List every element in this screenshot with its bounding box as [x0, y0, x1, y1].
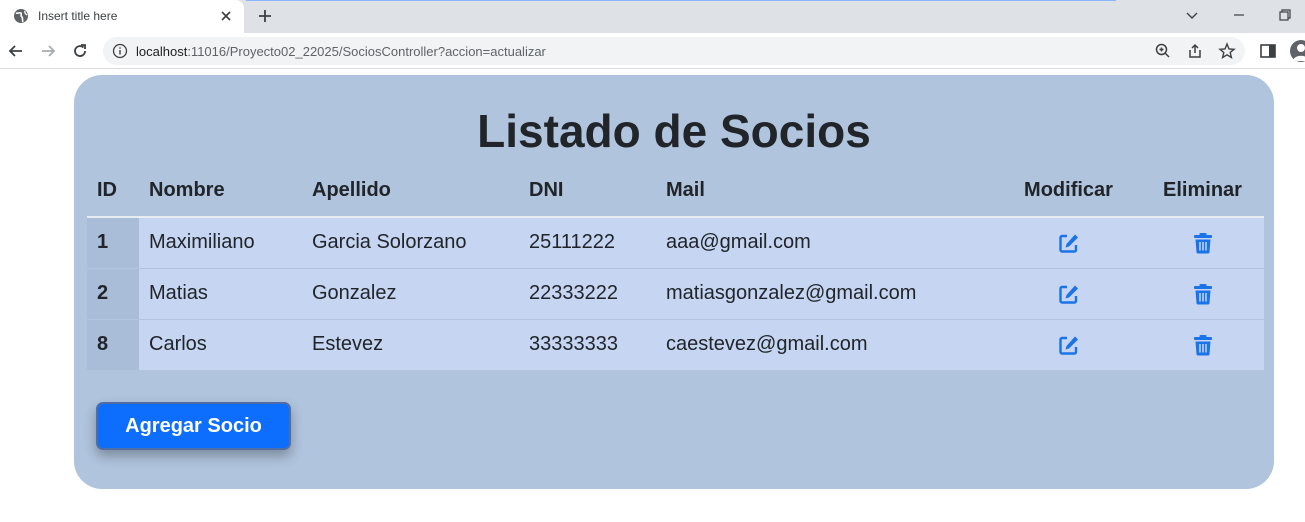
browser-toolbar: localhost:11016/Proyecto02_22025/SociosC…	[0, 33, 1305, 69]
header-mail: Mail	[656, 165, 996, 218]
header-nombre: Nombre	[139, 165, 302, 218]
cell-eliminar	[1141, 268, 1264, 320]
cell-apellido: Estevez	[302, 319, 519, 370]
trash-icon[interactable]	[1193, 283, 1213, 305]
edit-icon[interactable]	[1058, 232, 1080, 254]
person-icon	[1293, 44, 1305, 61]
site-info-icon[interactable]	[112, 43, 128, 59]
header-modificar: Modificar	[996, 165, 1141, 218]
header-id: ID	[87, 165, 139, 218]
cell-nombre: Matias	[139, 268, 302, 320]
forward-arrow-icon[interactable]	[38, 41, 58, 61]
header-apellido: Apellido	[302, 165, 519, 218]
cell-nombre: Carlos	[139, 319, 302, 370]
cell-id: 2	[87, 268, 139, 320]
table-row: 1 Maximiliano Garcia Solorzano 25111222 …	[87, 217, 1264, 269]
trash-icon[interactable]	[1193, 232, 1213, 254]
cell-modificar	[996, 319, 1141, 370]
page-title: Listado de Socios	[477, 105, 871, 157]
globe-icon	[14, 9, 28, 23]
cell-mail: matiasgonzalez@gmail.com	[656, 268, 996, 320]
chevron-down-icon[interactable]	[1184, 7, 1200, 23]
back-arrow-icon[interactable]	[6, 41, 26, 61]
browser-tab-strip: Insert title here	[0, 0, 1305, 33]
close-icon[interactable]	[218, 8, 234, 24]
restore-icon[interactable]	[1277, 7, 1293, 23]
tab-strip-accent-line	[246, 0, 1116, 1]
cell-dni: 33333333	[519, 319, 656, 370]
tab-title: Insert title here	[38, 9, 118, 23]
cell-apellido: Garcia Solorzano	[302, 217, 519, 269]
url-path: :11016/Proyecto02_22025/SociosController…	[187, 44, 546, 59]
address-bar[interactable]: localhost:11016/Proyecto02_22025/SociosC…	[103, 37, 1245, 65]
add-socio-button[interactable]: Agregar Socio	[96, 402, 291, 450]
profile-avatar[interactable]	[1290, 40, 1305, 62]
zoom-icon[interactable]	[1154, 42, 1172, 60]
cell-nombre: Maximiliano	[139, 217, 302, 269]
edit-icon[interactable]	[1058, 334, 1080, 356]
cell-eliminar	[1141, 319, 1264, 370]
cell-mail: caestevez@gmail.com	[656, 319, 996, 370]
cell-mail: aaa@gmail.com	[656, 217, 996, 269]
trash-icon[interactable]	[1193, 334, 1213, 356]
share-icon[interactable]	[1186, 42, 1204, 60]
cell-eliminar	[1141, 217, 1264, 269]
new-tab-icon[interactable]	[256, 7, 274, 25]
header-eliminar: Eliminar	[1141, 165, 1264, 218]
url-text[interactable]: localhost:11016/Proyecto02_22025/SociosC…	[136, 44, 546, 59]
bookmark-star-icon[interactable]	[1218, 42, 1236, 60]
cell-id: 1	[87, 217, 139, 269]
cell-modificar	[996, 268, 1141, 320]
minimize-icon[interactable]	[1231, 7, 1247, 23]
reload-icon[interactable]	[70, 41, 90, 61]
table-row: 8 Carlos Estevez 33333333 caestevez@gmai…	[87, 319, 1264, 370]
browser-tab[interactable]: Insert title here	[0, 0, 244, 33]
url-host: localhost	[136, 44, 188, 59]
edit-icon[interactable]	[1058, 283, 1080, 305]
cell-dni: 25111222	[519, 217, 656, 269]
cell-modificar	[996, 217, 1141, 269]
side-panel-icon[interactable]	[1258, 41, 1278, 61]
socios-table: ID Nombre Apellido DNI Mail Modificar El…	[87, 165, 1264, 370]
table-header-row: ID Nombre Apellido DNI Mail Modificar El…	[87, 165, 1264, 218]
header-dni: DNI	[519, 165, 656, 218]
table-row: 2 Matias Gonzalez 22333222 matiasgonzale…	[87, 268, 1264, 320]
cell-apellido: Gonzalez	[302, 268, 519, 320]
cell-dni: 22333222	[519, 268, 656, 320]
cell-id: 8	[87, 319, 139, 370]
